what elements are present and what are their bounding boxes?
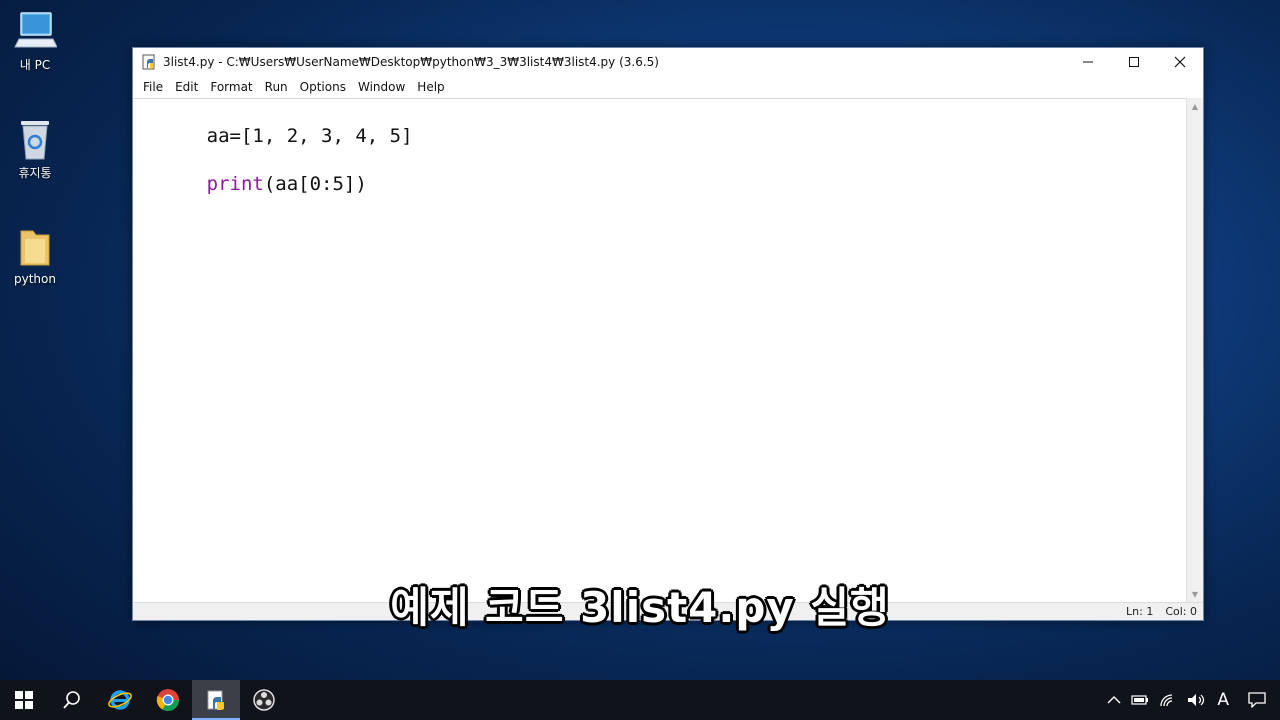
folder-icon	[0, 224, 70, 270]
taskbar-obs[interactable]	[240, 680, 288, 720]
desktop-icon-label: python	[14, 272, 56, 286]
code-keyword-print: print	[206, 173, 264, 195]
idle-editor-window: 3list4.py - C:₩Users₩UserName₩Desktop₩py…	[132, 47, 1204, 621]
desktop-icon-label: 휴지통	[18, 166, 52, 180]
code-line-3: print(aa[0:5])	[138, 151, 367, 217]
window-title: 3list4.py - C:₩Users₩UserName₩Desktop₩py…	[163, 55, 659, 69]
tray-volume[interactable]	[1182, 680, 1212, 720]
tray-network[interactable]	[1154, 680, 1182, 720]
volume-icon	[1188, 694, 1205, 706]
network-icon	[1160, 694, 1173, 707]
computer-icon	[0, 8, 70, 54]
minimize-icon	[1083, 61, 1093, 63]
code-text: aa=[1, 2, 3, 4, 5]	[206, 125, 413, 147]
taskbar: A	[0, 680, 1280, 720]
tray-notifications[interactable]	[1234, 680, 1280, 720]
notification-icon	[1248, 692, 1266, 708]
start-button[interactable]	[0, 680, 48, 720]
tray-battery[interactable]	[1126, 680, 1154, 720]
recycle-bin-icon	[0, 116, 70, 162]
desktop-icon-python-folder[interactable]: python	[0, 224, 70, 286]
chevron-up-icon	[1107, 696, 1121, 704]
menu-edit[interactable]: Edit	[169, 76, 204, 98]
obs-icon	[253, 689, 275, 711]
desktop-icon-label: 내 PC	[19, 58, 51, 72]
menu-options[interactable]: Options	[294, 76, 352, 98]
close-button[interactable]	[1157, 48, 1203, 76]
close-icon	[1174, 56, 1186, 68]
video-subtitle: 예제 코드 3list4.py 실행	[390, 583, 890, 632]
menu-help[interactable]: Help	[411, 76, 450, 98]
maximize-icon	[1129, 57, 1139, 67]
taskbar-internet-explorer[interactable]	[96, 680, 144, 720]
vertical-scrollbar[interactable]: ▲ ▼	[1186, 98, 1203, 602]
menu-run[interactable]: Run	[259, 76, 294, 98]
desktop-icon-recycle-bin[interactable]: 휴지통	[0, 116, 70, 181]
taskbar-python-idle[interactable]	[192, 680, 240, 720]
maximize-button[interactable]	[1111, 48, 1157, 76]
code-editor[interactable]: aa=[1, 2, 3, 4, 5] print(aa[0:5])	[133, 98, 1187, 602]
menu-window[interactable]: Window	[352, 76, 411, 98]
desktop-icon-my-pc[interactable]: 내 PC	[0, 8, 70, 73]
tray-language-indicator[interactable]: A	[1212, 680, 1234, 720]
code-text: (aa[0:5])	[263, 173, 367, 195]
menu-file[interactable]: File	[137, 76, 169, 98]
scroll-up-arrow-icon[interactable]: ▲	[1187, 98, 1203, 114]
python-file-icon	[142, 54, 155, 70]
taskbar-chrome[interactable]	[144, 680, 192, 720]
tray-overflow-button[interactable]	[1102, 680, 1126, 720]
battery-icon	[1131, 695, 1149, 705]
python-idle-icon	[207, 690, 224, 710]
windows-start-icon	[15, 691, 33, 709]
search-button[interactable]	[48, 680, 96, 720]
system-tray: A	[1102, 680, 1280, 720]
menu-format[interactable]: Format	[204, 76, 258, 98]
menu-bar: File Edit Format Run Options Window Help	[133, 76, 1203, 98]
search-icon	[63, 691, 80, 709]
window-titlebar[interactable]: 3list4.py - C:₩Users₩UserName₩Desktop₩py…	[133, 48, 1203, 76]
chrome-icon	[156, 689, 179, 711]
minimize-button[interactable]	[1065, 48, 1111, 76]
internet-explorer-icon	[108, 690, 132, 710]
